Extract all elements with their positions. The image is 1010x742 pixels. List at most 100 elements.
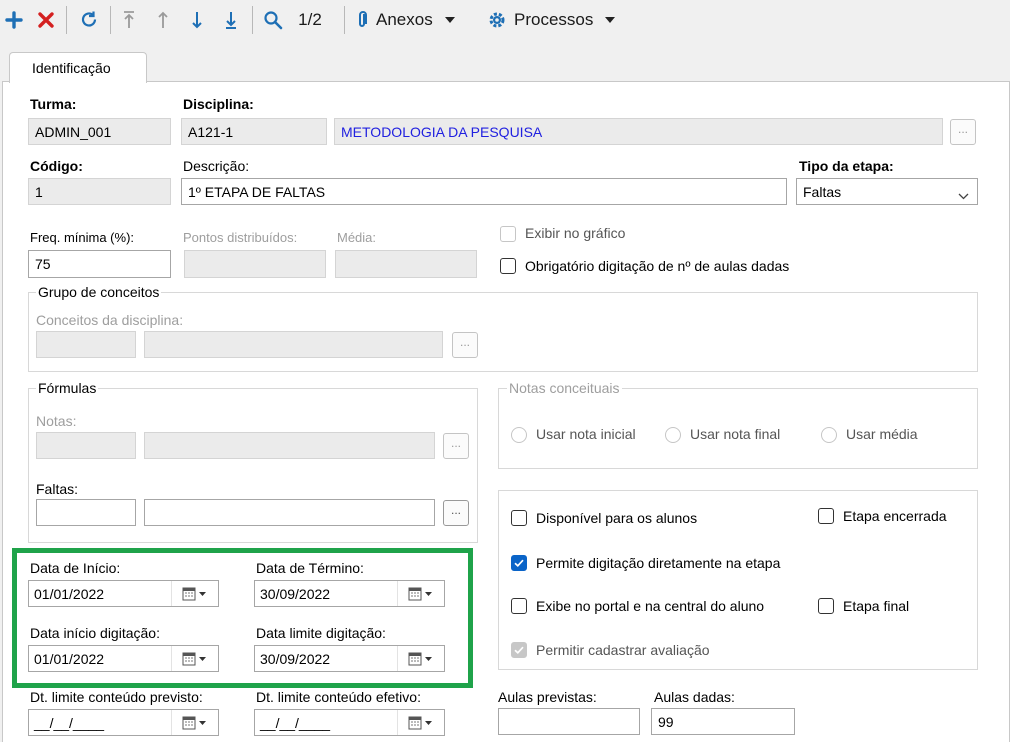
paperclip-icon	[356, 10, 368, 30]
disponivel-alunos-checkbox[interactable]	[511, 510, 527, 526]
permitir-avaliacao-checkbox[interactable]	[511, 642, 527, 658]
notas-conceituais-legend: Notas conceituais	[507, 380, 622, 396]
obrigatorio-aulas-label: Obrigatório digitação de nº de aulas dad…	[525, 258, 790, 274]
exibir-grafico-checkbox[interactable]	[500, 226, 516, 242]
etapa-encerrada-checkbox[interactable]	[818, 508, 834, 524]
notas-formula-field	[144, 432, 435, 459]
toolbar: 1/2 Anexos Processos	[0, 0, 1010, 40]
disciplina-code-field[interactable]: A121-1	[181, 118, 327, 145]
add-icon[interactable]	[2, 6, 26, 34]
tipo-etapa-select[interactable]: Faltas	[796, 178, 978, 205]
notas-code-field	[36, 432, 136, 459]
usar-nota-final-radio[interactable]	[665, 427, 681, 443]
tab-identificacao[interactable]: Identificação	[9, 52, 147, 83]
etapa-encerrada-label: Etapa encerrada	[843, 508, 947, 524]
etapa-final-checkbox[interactable]	[818, 598, 834, 614]
calendar-dropdown-icon[interactable]	[171, 581, 218, 606]
last-record-icon[interactable]	[220, 6, 242, 34]
disponivel-alunos-label: Disponível para os alunos	[536, 510, 698, 526]
processos-label: Processos	[514, 10, 594, 29]
processos-button[interactable]: Processos	[488, 6, 638, 34]
aulas-previstas-input[interactable]	[498, 708, 640, 735]
data-termino-label: Data de Término:	[256, 560, 364, 576]
toolbar-separator	[110, 6, 111, 34]
freq-minima-label: Freq. mínima (%):	[30, 230, 135, 245]
first-record-icon[interactable]	[118, 6, 140, 34]
tipo-etapa-label: Tipo da etapa:	[799, 158, 894, 174]
aulas-previstas-label: Aulas previstas:	[498, 689, 597, 705]
exibir-grafico-label: Exibir no gráfico	[525, 225, 626, 241]
disciplina-lookup-button[interactable]: ...	[950, 119, 976, 145]
descricao-input[interactable]: 1º ETAPA DE FALTAS	[181, 178, 787, 205]
pontos-distribuidos-label: Pontos distribuídos:	[183, 230, 298, 245]
toolbar-separator	[66, 6, 67, 34]
permite-digitacao-checkbox[interactable]	[511, 555, 527, 571]
dt-limite-previsto-label: Dt. limite conteúdo previsto:	[30, 689, 203, 705]
tipo-etapa-value: Faltas	[803, 184, 842, 200]
usar-nota-final-label: Usar nota final	[690, 426, 781, 442]
dt-limite-previsto-picker[interactable]: __/__/____	[28, 709, 219, 736]
page-indicator: 1/2	[298, 10, 322, 29]
toolbar-separator	[344, 6, 345, 34]
faltas-lookup-button[interactable]: ...	[443, 500, 469, 526]
conceitos-name-field	[144, 331, 443, 358]
data-inicio-digitacao-label: Data início digitação:	[30, 625, 160, 641]
search-icon[interactable]	[260, 6, 286, 34]
calendar-dropdown-icon[interactable]	[397, 581, 444, 606]
codigo-field[interactable]: 1	[28, 178, 171, 205]
data-limite-digitacao-label: Data limite digitação:	[256, 625, 386, 641]
aulas-dadas-input[interactable]: 99	[651, 708, 795, 735]
toolbar-separator	[252, 6, 253, 34]
conceitos-code-field	[36, 331, 136, 358]
formulas-legend: Fórmulas	[36, 380, 99, 396]
refresh-icon[interactable]	[76, 6, 102, 34]
next-record-icon[interactable]	[186, 6, 208, 34]
calendar-dropdown-icon[interactable]	[171, 710, 218, 735]
anexos-button[interactable]: Anexos	[356, 6, 486, 34]
data-limite-digitacao-picker[interactable]: 30/09/2022	[254, 645, 445, 672]
usar-nota-inicial-label: Usar nota inicial	[536, 426, 636, 442]
faltas-label: Faltas:	[36, 481, 79, 497]
permite-digitacao-label: Permite digitação diretamente na etapa	[536, 555, 781, 571]
calendar-dropdown-icon[interactable]	[397, 646, 444, 671]
notas-lookup-button[interactable]: ...	[443, 433, 469, 459]
calendar-dropdown-icon[interactable]	[397, 710, 444, 735]
anexos-label: Anexos	[376, 10, 433, 29]
dt-limite-efetivo-picker[interactable]: __/__/____	[254, 709, 445, 736]
notas-label: Notas:	[36, 413, 77, 429]
exibe-portal-checkbox[interactable]	[511, 598, 527, 614]
obrigatorio-aulas-checkbox[interactable]	[500, 258, 516, 274]
data-inicio-digitacao-picker[interactable]: 01/01/2022	[28, 645, 219, 672]
permitir-avaliacao-label: Permitir cadastrar avaliação	[536, 642, 710, 658]
data-inicio-picker[interactable]: 01/01/2022	[28, 580, 219, 607]
previous-record-icon[interactable]	[152, 6, 174, 34]
usar-media-radio[interactable]	[821, 427, 837, 443]
usar-nota-inicial-radio[interactable]	[511, 427, 527, 443]
disciplina-name-field[interactable]: METODOLOGIA DA PESQUISA	[334, 118, 943, 145]
calendar-dropdown-icon[interactable]	[171, 646, 218, 671]
conceitos-lookup-button[interactable]: ...	[452, 332, 478, 358]
dt-limite-efetivo-label: Dt. limite conteúdo efetivo:	[256, 689, 421, 705]
data-termino-picker[interactable]: 30/09/2022	[254, 580, 445, 607]
freq-minima-input[interactable]: 75	[28, 250, 171, 278]
usar-media-label: Usar média	[846, 426, 918, 442]
data-termino-value: 30/09/2022	[260, 586, 331, 602]
etapa-final-label: Etapa final	[843, 598, 910, 614]
turma-field[interactable]: ADMIN_001	[28, 118, 171, 145]
delete-icon[interactable]	[34, 6, 58, 34]
faltas-formula-input[interactable]	[144, 499, 435, 526]
data-inicio-label: Data de Início:	[30, 560, 121, 576]
grupo-conceitos-legend: Grupo de conceitos	[36, 284, 162, 300]
tab-label: Identificação	[32, 60, 111, 76]
gear-icon	[488, 11, 506, 29]
data-inicio-value: 01/01/2022	[34, 586, 105, 602]
exibe-portal-label: Exibe no portal e na central do aluno	[536, 598, 765, 614]
dt-limite-previsto-value: __/__/____	[34, 715, 105, 731]
data-inicio-digitacao-value: 01/01/2022	[34, 651, 105, 667]
media-field	[335, 250, 477, 278]
data-limite-digitacao-value: 30/09/2022	[260, 651, 331, 667]
dropdown-arrow-icon	[444, 17, 455, 23]
disciplina-label: Disciplina:	[183, 96, 254, 112]
chevron-down-icon	[958, 187, 969, 203]
faltas-code-input[interactable]	[36, 499, 136, 526]
